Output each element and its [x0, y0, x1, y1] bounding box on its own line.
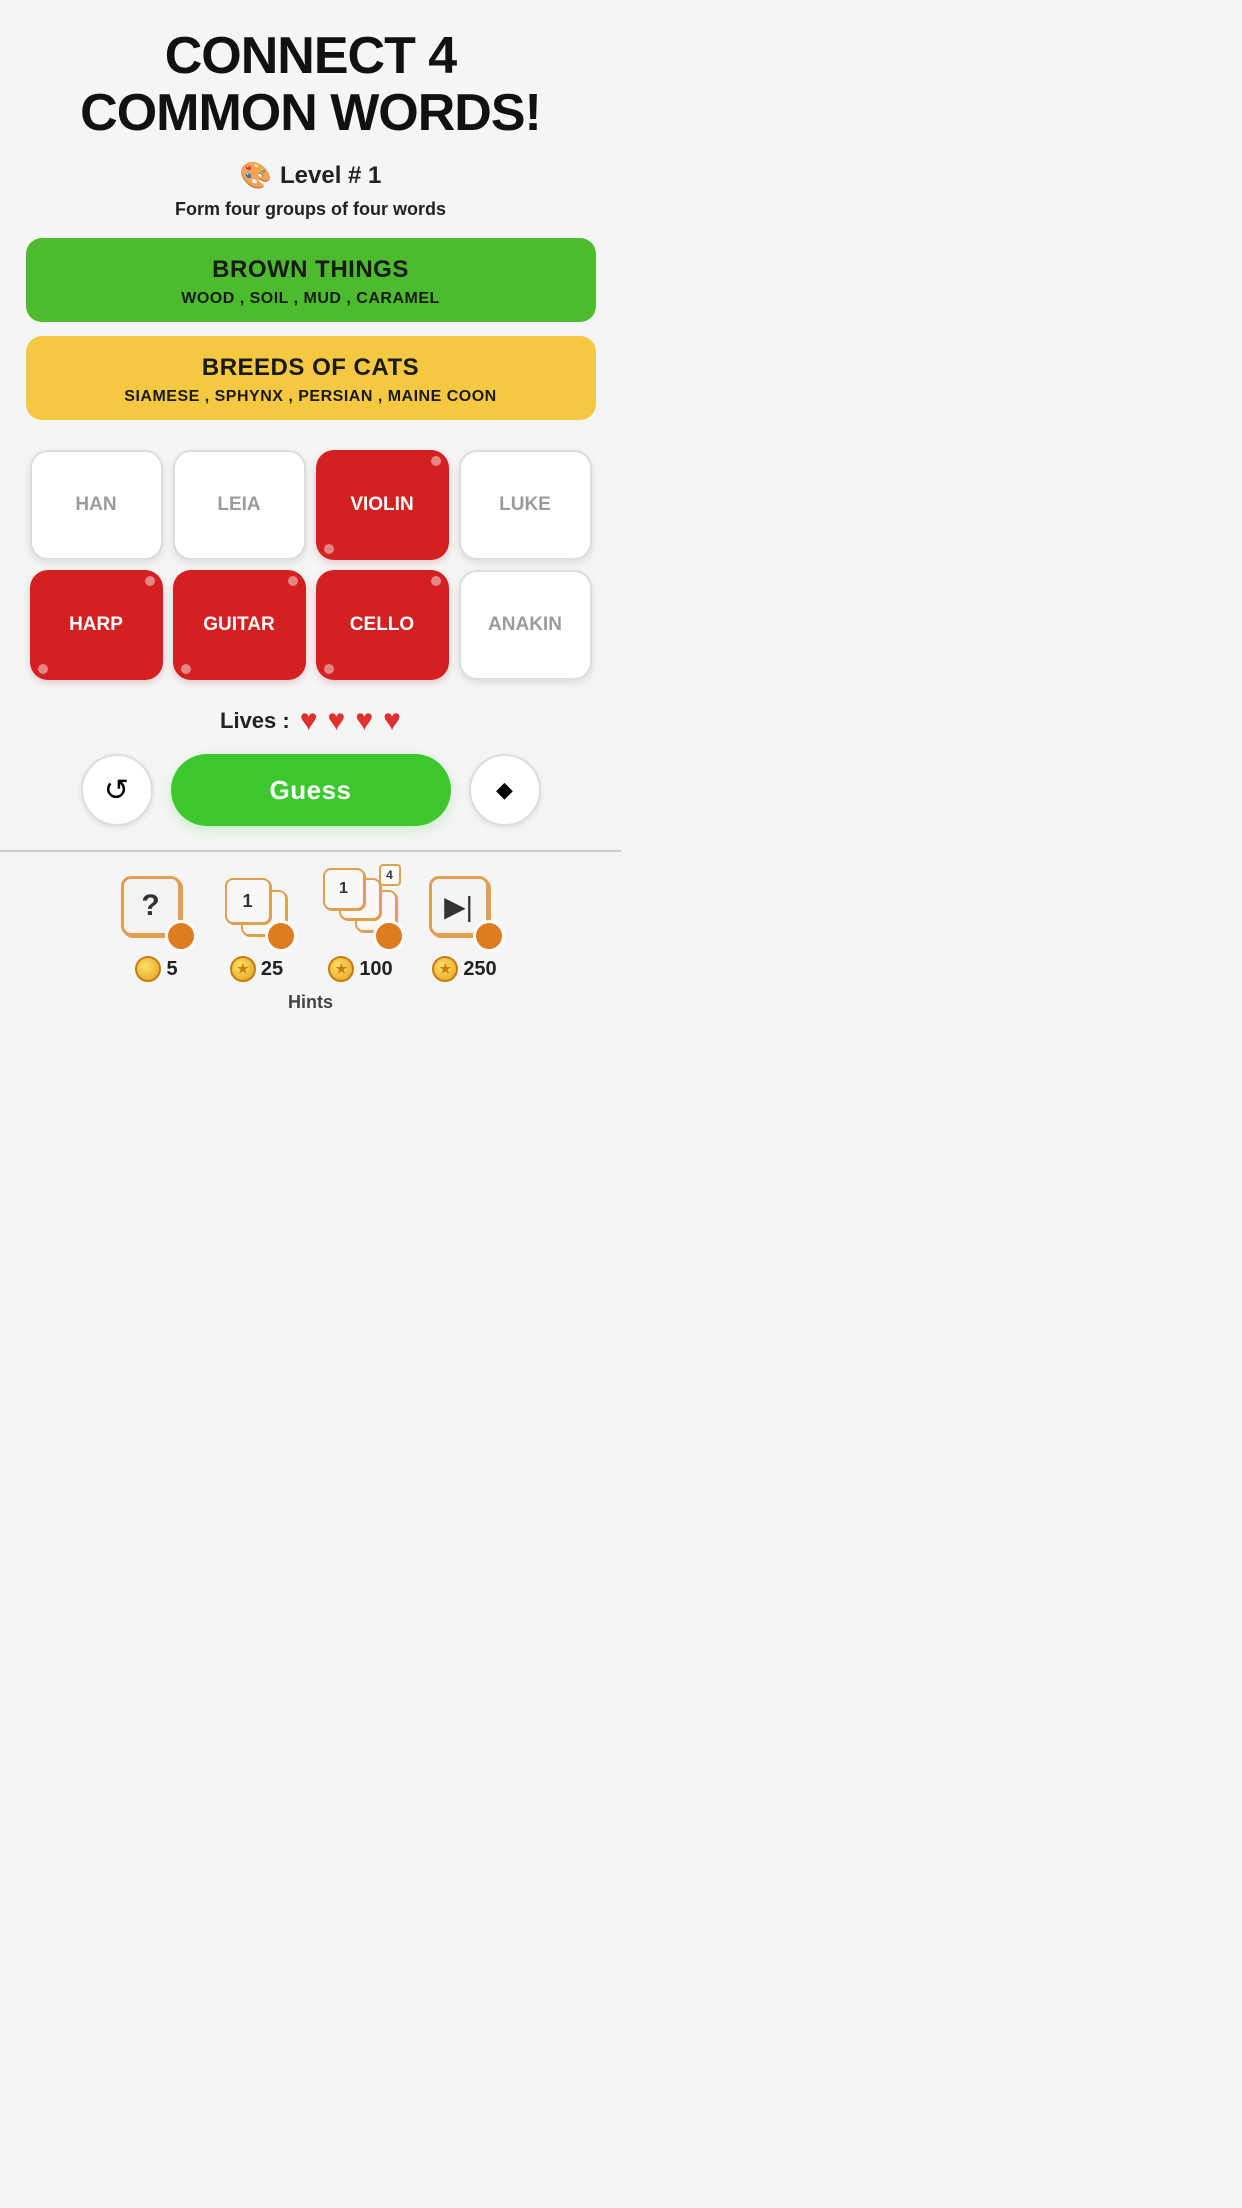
hint-cost-label-1: 5	[166, 958, 177, 981]
subtitle: Form four groups of four words	[175, 199, 446, 220]
hint-orange-badge-3	[373, 920, 405, 952]
erase-button[interactable]: ◆	[469, 754, 541, 826]
heart-3: ♥	[355, 704, 373, 738]
hint-reveal3-icon: 3 2 1 4	[321, 868, 401, 948]
hints-section: ? 5 2 1 ★ 25	[0, 850, 621, 1023]
coin-icon-4: ★	[432, 956, 458, 982]
hint-item-reveal[interactable]: ? 5	[121, 876, 193, 982]
hint-swap-icon: 2 1	[221, 876, 293, 948]
hint-cost-label-3: 100	[359, 958, 392, 981]
level-label: Level # 1	[280, 162, 381, 190]
page-title: CONNECT 4COMMON WORDS!	[80, 28, 541, 142]
shuffle-button[interactable]: ↺	[81, 754, 153, 826]
coin-icon-2: ★	[230, 956, 256, 982]
guess-button[interactable]: Guess	[171, 754, 451, 826]
hint-item-reveal3[interactable]: 3 2 1 4 ★ 100	[321, 868, 401, 982]
tile-han[interactable]: HAN	[30, 450, 163, 560]
word-grid: HAN LEIA VIOLIN LUKE HARP GUITAR CELLO A…	[30, 450, 592, 680]
level-icon: 🎨	[240, 160, 272, 191]
hint-orange-badge-1	[165, 920, 197, 952]
group-card-brown: BROWN THINGS WOOD , SOIL , MUD , CARAMEL	[26, 238, 596, 322]
action-row: ↺ Guess ◆	[81, 754, 541, 826]
tile-leia[interactable]: LEIA	[173, 450, 306, 560]
tile-luke[interactable]: LUKE	[459, 450, 592, 560]
tile-violin[interactable]: VIOLIN	[316, 450, 449, 560]
hint-card-4-badge: 4	[379, 864, 401, 886]
tile-cello[interactable]: CELLO	[316, 570, 449, 680]
level-row: 🎨 Level # 1	[240, 160, 382, 191]
hint-orange-badge-4	[473, 920, 505, 952]
heart-4: ♥	[383, 704, 401, 738]
hint-cost-4: ★ 250	[432, 956, 496, 982]
tile-anakin[interactable]: ANAKIN	[459, 570, 592, 680]
hint-cost-label-2: 25	[261, 958, 283, 981]
hint-cost-1: 5	[135, 956, 177, 982]
lives-label: Lives :	[220, 708, 290, 734]
hints-label: Hints	[288, 992, 333, 1013]
hint-cost-2: ★ 25	[230, 956, 283, 982]
hint-card-front: 1	[225, 878, 271, 924]
hint-cost-label-4: 250	[463, 958, 496, 981]
hints-row: ? 5 2 1 ★ 25	[121, 868, 501, 982]
heart-2: ♥	[328, 704, 346, 738]
group-brown-title: BROWN THINGS	[46, 256, 576, 284]
coin-icon-3: ★	[328, 956, 354, 982]
lives-row: Lives : ♥ ♥ ♥ ♥	[220, 704, 401, 738]
hint-next-icon: ▶|	[429, 876, 501, 948]
hint-orange-badge-2	[265, 920, 297, 952]
hint-item-swap[interactable]: 2 1 ★ 25	[221, 876, 293, 982]
tile-guitar[interactable]: GUITAR	[173, 570, 306, 680]
group-cats-title: BREEDS OF CATS	[46, 354, 576, 382]
heart-1: ♥	[300, 704, 318, 738]
tile-harp[interactable]: HARP	[30, 570, 163, 680]
hint-cost-3: ★ 100	[328, 956, 392, 982]
group-card-cats: BREEDS OF CATS SIAMESE , SPHYNX , PERSIA…	[26, 336, 596, 420]
group-brown-words: WOOD , SOIL , MUD , CARAMEL	[46, 290, 576, 308]
hint-item-next[interactable]: ▶| ★ 250	[429, 876, 501, 982]
hint-card-1: 1	[323, 868, 365, 910]
hint-reveal-icon: ?	[121, 876, 193, 948]
group-cats-words: SIAMESE , SPHYNX , PERSIAN , MAINE COON	[46, 388, 576, 406]
coin-icon-1	[135, 956, 161, 982]
